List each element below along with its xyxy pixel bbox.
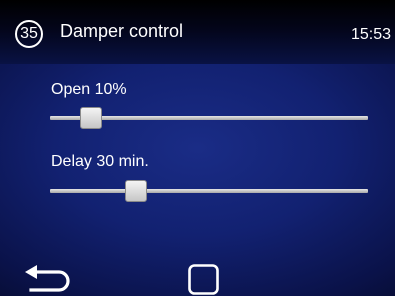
page-title: Damper control bbox=[60, 21, 184, 41]
clock: 15:53 bbox=[350, 26, 391, 43]
delay-slider-thumb[interactable] bbox=[124, 180, 147, 202]
open-slider[interactable] bbox=[50, 105, 368, 131]
delay-slider-track[interactable] bbox=[50, 189, 368, 193]
square-icon bbox=[188, 264, 219, 295]
header-bar: 35 Damper control 15:53 bbox=[0, 0, 395, 64]
home-button[interactable] bbox=[186, 262, 222, 296]
delay-slider[interactable] bbox=[50, 178, 368, 204]
open-setting-label: Open 10% bbox=[51, 81, 127, 98]
open-slider-thumb[interactable] bbox=[80, 107, 103, 129]
delay-setting-label: Delay 30 min. bbox=[51, 153, 149, 170]
damper-control-screen: 35 Damper control 15:53 Open 10% Delay 3… bbox=[0, 0, 395, 296]
screen-number-badge: 35 bbox=[15, 20, 43, 48]
return-arrow-icon bbox=[25, 265, 70, 292]
back-button[interactable] bbox=[23, 262, 71, 296]
